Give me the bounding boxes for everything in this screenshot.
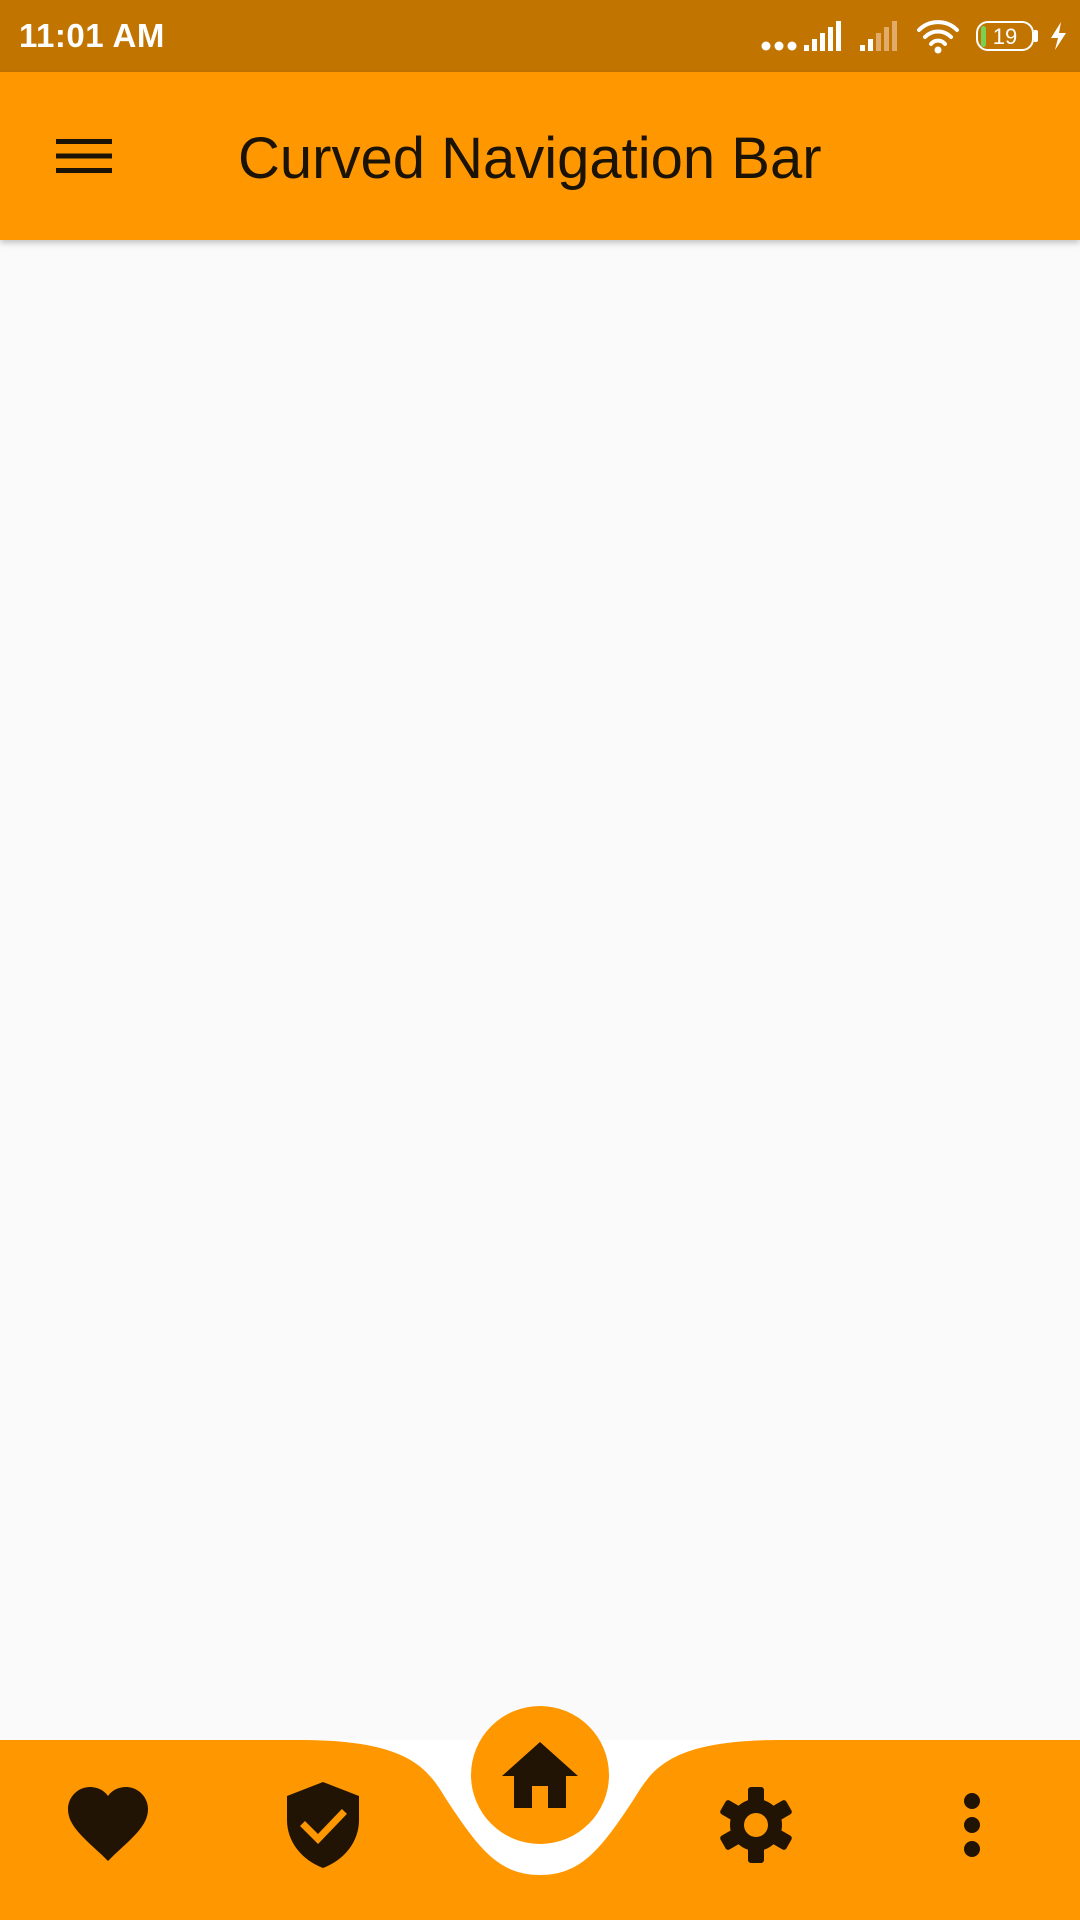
- battery-icon: 19: [976, 21, 1038, 51]
- nav-item-favorites[interactable]: [58, 1775, 158, 1875]
- menu-button[interactable]: [40, 112, 128, 200]
- charging-icon: [1051, 22, 1066, 50]
- gear-icon: [720, 1787, 792, 1863]
- status-bar: 11:01 AM 19: [0, 0, 1080, 72]
- main-content: [0, 240, 1080, 1740]
- shield-check-icon: [287, 1782, 359, 1868]
- battery-level: 19: [992, 24, 1018, 49]
- app-bar: Curved Navigation Bar: [0, 72, 1080, 240]
- heart-icon: [68, 1787, 148, 1861]
- status-icons: 19: [760, 18, 1070, 54]
- signal-weak-icon: [860, 21, 897, 51]
- more-vertical-icon: [964, 1793, 980, 1857]
- home-icon: [502, 1742, 578, 1808]
- status-time: 11:01 AM: [19, 17, 165, 54]
- nav-item-security[interactable]: [273, 1775, 373, 1875]
- nav-item-settings[interactable]: [706, 1775, 806, 1875]
- more-dots-icon: [761, 41, 797, 51]
- wifi-icon: [917, 20, 959, 54]
- nav-item-more[interactable]: [922, 1775, 1022, 1875]
- signal-icon: [804, 21, 841, 51]
- menu-icon: [56, 139, 112, 173]
- page-title: Curved Navigation Bar: [238, 126, 822, 191]
- nav-item-home[interactable]: [471, 1706, 609, 1844]
